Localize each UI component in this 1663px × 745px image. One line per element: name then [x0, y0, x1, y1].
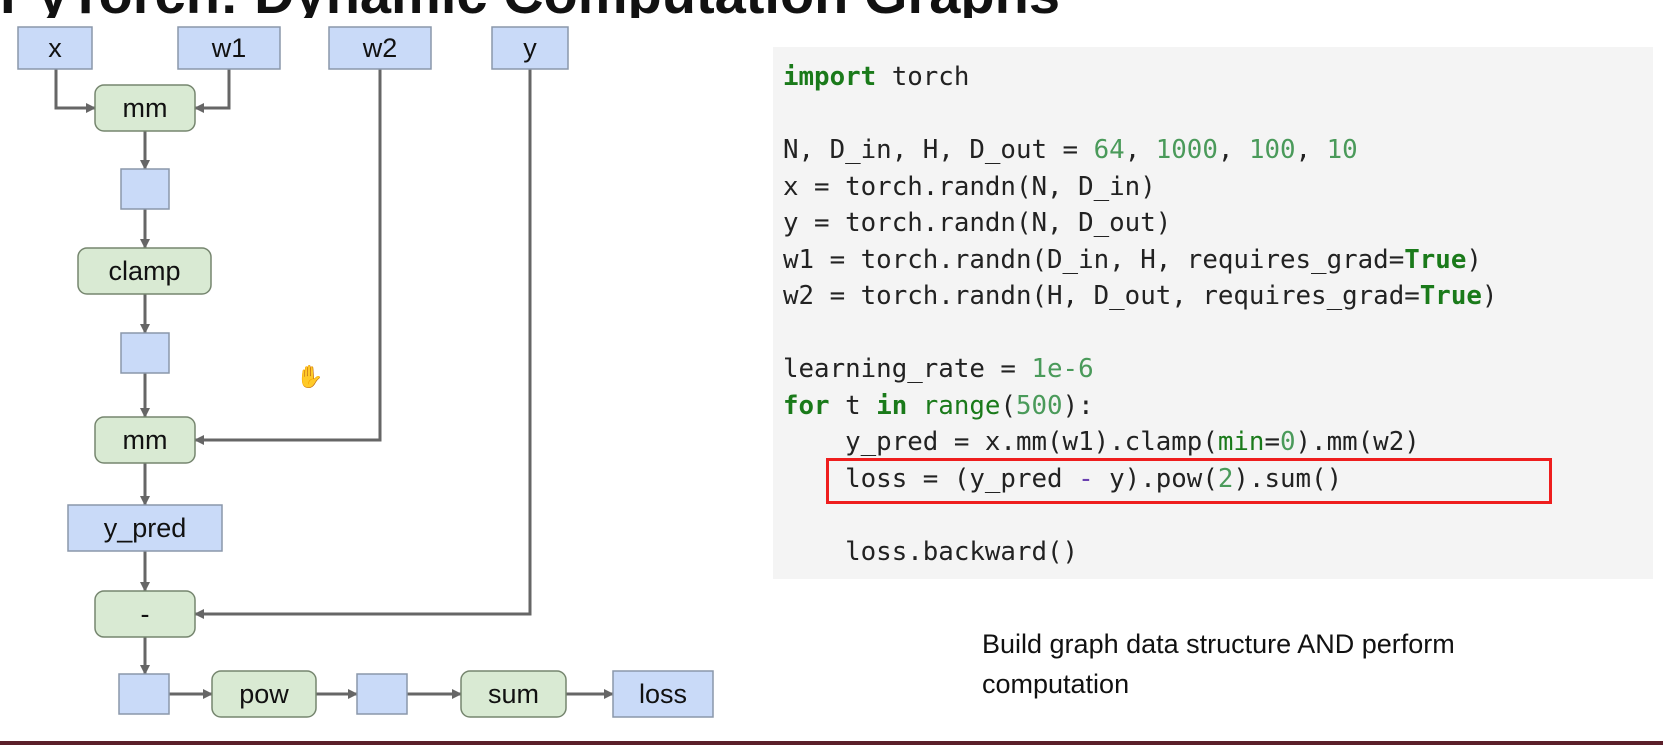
- graph-node-pow: pow: [211, 670, 317, 718]
- graph-node-d: [118, 673, 170, 715]
- bottom-bar: [0, 741, 1663, 745]
- graph-node-label: sum: [488, 679, 539, 709]
- graph-node-label: w2: [362, 33, 398, 63]
- code-token: learning_rate =: [783, 354, 1032, 384]
- highlight-box: [826, 458, 1552, 504]
- code-line: learning_rate = 1e-6: [783, 354, 1094, 384]
- code-token: 100: [1248, 135, 1296, 165]
- graph-node-box: [120, 332, 170, 374]
- code-line: x = torch.randn(N, D_in): [783, 172, 1156, 202]
- edge-w2-to-mm2: [194, 69, 382, 445]
- code-line: for t in range(500):: [783, 391, 1094, 421]
- graph-node-p: [356, 673, 408, 715]
- code-token: for: [783, 390, 830, 421]
- graph-node-label: y: [523, 33, 537, 63]
- edge-w1-to-mm1: [194, 69, 231, 113]
- code-token: w2 = torch.randn(H, D_out, requires_grad…: [783, 281, 1420, 311]
- graph-node-label: loss: [639, 679, 687, 709]
- graph-node-loss: loss: [612, 670, 714, 718]
- code-token: ,: [1217, 135, 1249, 165]
- graph-node-label: x: [48, 33, 62, 63]
- edge-y-to-minus: [194, 69, 532, 619]
- code-token: ): [1466, 244, 1482, 275]
- code-token: in: [876, 390, 908, 421]
- graph-node-label: pow: [239, 679, 289, 709]
- graph-node-h1: [120, 168, 170, 210]
- graph-node-label: -: [141, 599, 150, 629]
- hand-cursor-icon: ✋: [296, 364, 324, 389]
- computation-graph: x w1 w2 y mm clamp mm y_pred - pow sum loss: [17, 26, 714, 718]
- code-token: import: [783, 62, 877, 92]
- code-token: =: [1264, 427, 1280, 457]
- code-token: 64: [1093, 135, 1125, 165]
- code-token: ): [1481, 281, 1498, 311]
- graph-node-w2: w2: [328, 26, 432, 70]
- code-line: loss.backward(): [783, 537, 1078, 567]
- code-token: ,: [1295, 135, 1327, 165]
- code-token: ):: [1062, 390, 1094, 421]
- code-token: x = torch.randn(N, D_in): [783, 171, 1156, 202]
- code-token: y_pred = x.mm(w1).clamp(: [783, 427, 1218, 457]
- code-token: True: [1404, 244, 1467, 275]
- code-token: range: [922, 390, 1001, 421]
- code-token: 1e-6: [1031, 354, 1094, 384]
- graph-node-label: mm: [123, 425, 168, 455]
- edge-x-to-mm1: [54, 69, 96, 113]
- code-token: N, D_in, H, D_out =: [783, 135, 1094, 165]
- graph-node-y: y: [491, 26, 569, 70]
- graph-node-label: clamp: [108, 256, 180, 286]
- code-token: ,: [1124, 135, 1156, 165]
- graph-node-y_pred: y_pred: [67, 504, 223, 552]
- graph-node-x: x: [17, 26, 93, 70]
- code-line: N, D_in, H, D_out = 64, 1000, 100, 10: [783, 135, 1358, 165]
- graph-node-mm2: mm: [94, 416, 196, 464]
- graph-node-box: [118, 673, 170, 715]
- graph-node-minus: -: [94, 590, 196, 638]
- code-line: w1 = torch.randn(D_in, H, requires_grad=…: [783, 245, 1482, 275]
- graph-node-mm1: mm: [94, 84, 196, 132]
- code-token: 10: [1326, 135, 1358, 165]
- code-token: loss.backward(): [783, 536, 1079, 567]
- graph-node-box: [120, 168, 170, 210]
- graph-node-sum: sum: [460, 670, 567, 718]
- code-line: y_pred = x.mm(w1).clamp(min=0).mm(w2): [783, 427, 1420, 457]
- caption: Build graph data structure AND perform c…: [982, 629, 1455, 699]
- code-token: 0: [1280, 427, 1296, 457]
- graph-node-label: mm: [123, 93, 168, 123]
- code-token: min: [1217, 427, 1265, 457]
- code-token: True: [1419, 281, 1482, 311]
- graph-node-w1: w1: [177, 26, 281, 70]
- code-token: (: [1000, 390, 1016, 421]
- code-line: import torch: [783, 62, 969, 92]
- graph-node-clamp: clamp: [77, 247, 212, 295]
- graph-node-h2: [120, 332, 170, 374]
- code-token: 500: [1015, 390, 1063, 421]
- graph-node-label: y_pred: [104, 513, 187, 543]
- code-token: t: [829, 390, 877, 421]
- code-line: y = torch.randn(N, D_out): [783, 208, 1171, 238]
- graph-node-label: w1: [211, 33, 247, 63]
- code-token: w1 = torch.randn(D_in, H, requires_grad=: [783, 244, 1405, 275]
- code-token: ).mm(w2): [1295, 427, 1420, 457]
- graph-node-box: [356, 673, 408, 715]
- code-token: torch: [876, 62, 970, 92]
- code-line: w2 = torch.randn(H, D_out, requires_grad…: [783, 281, 1497, 311]
- code-token: y = torch.randn(N, D_out): [783, 208, 1172, 238]
- code-token: 1000: [1155, 135, 1218, 165]
